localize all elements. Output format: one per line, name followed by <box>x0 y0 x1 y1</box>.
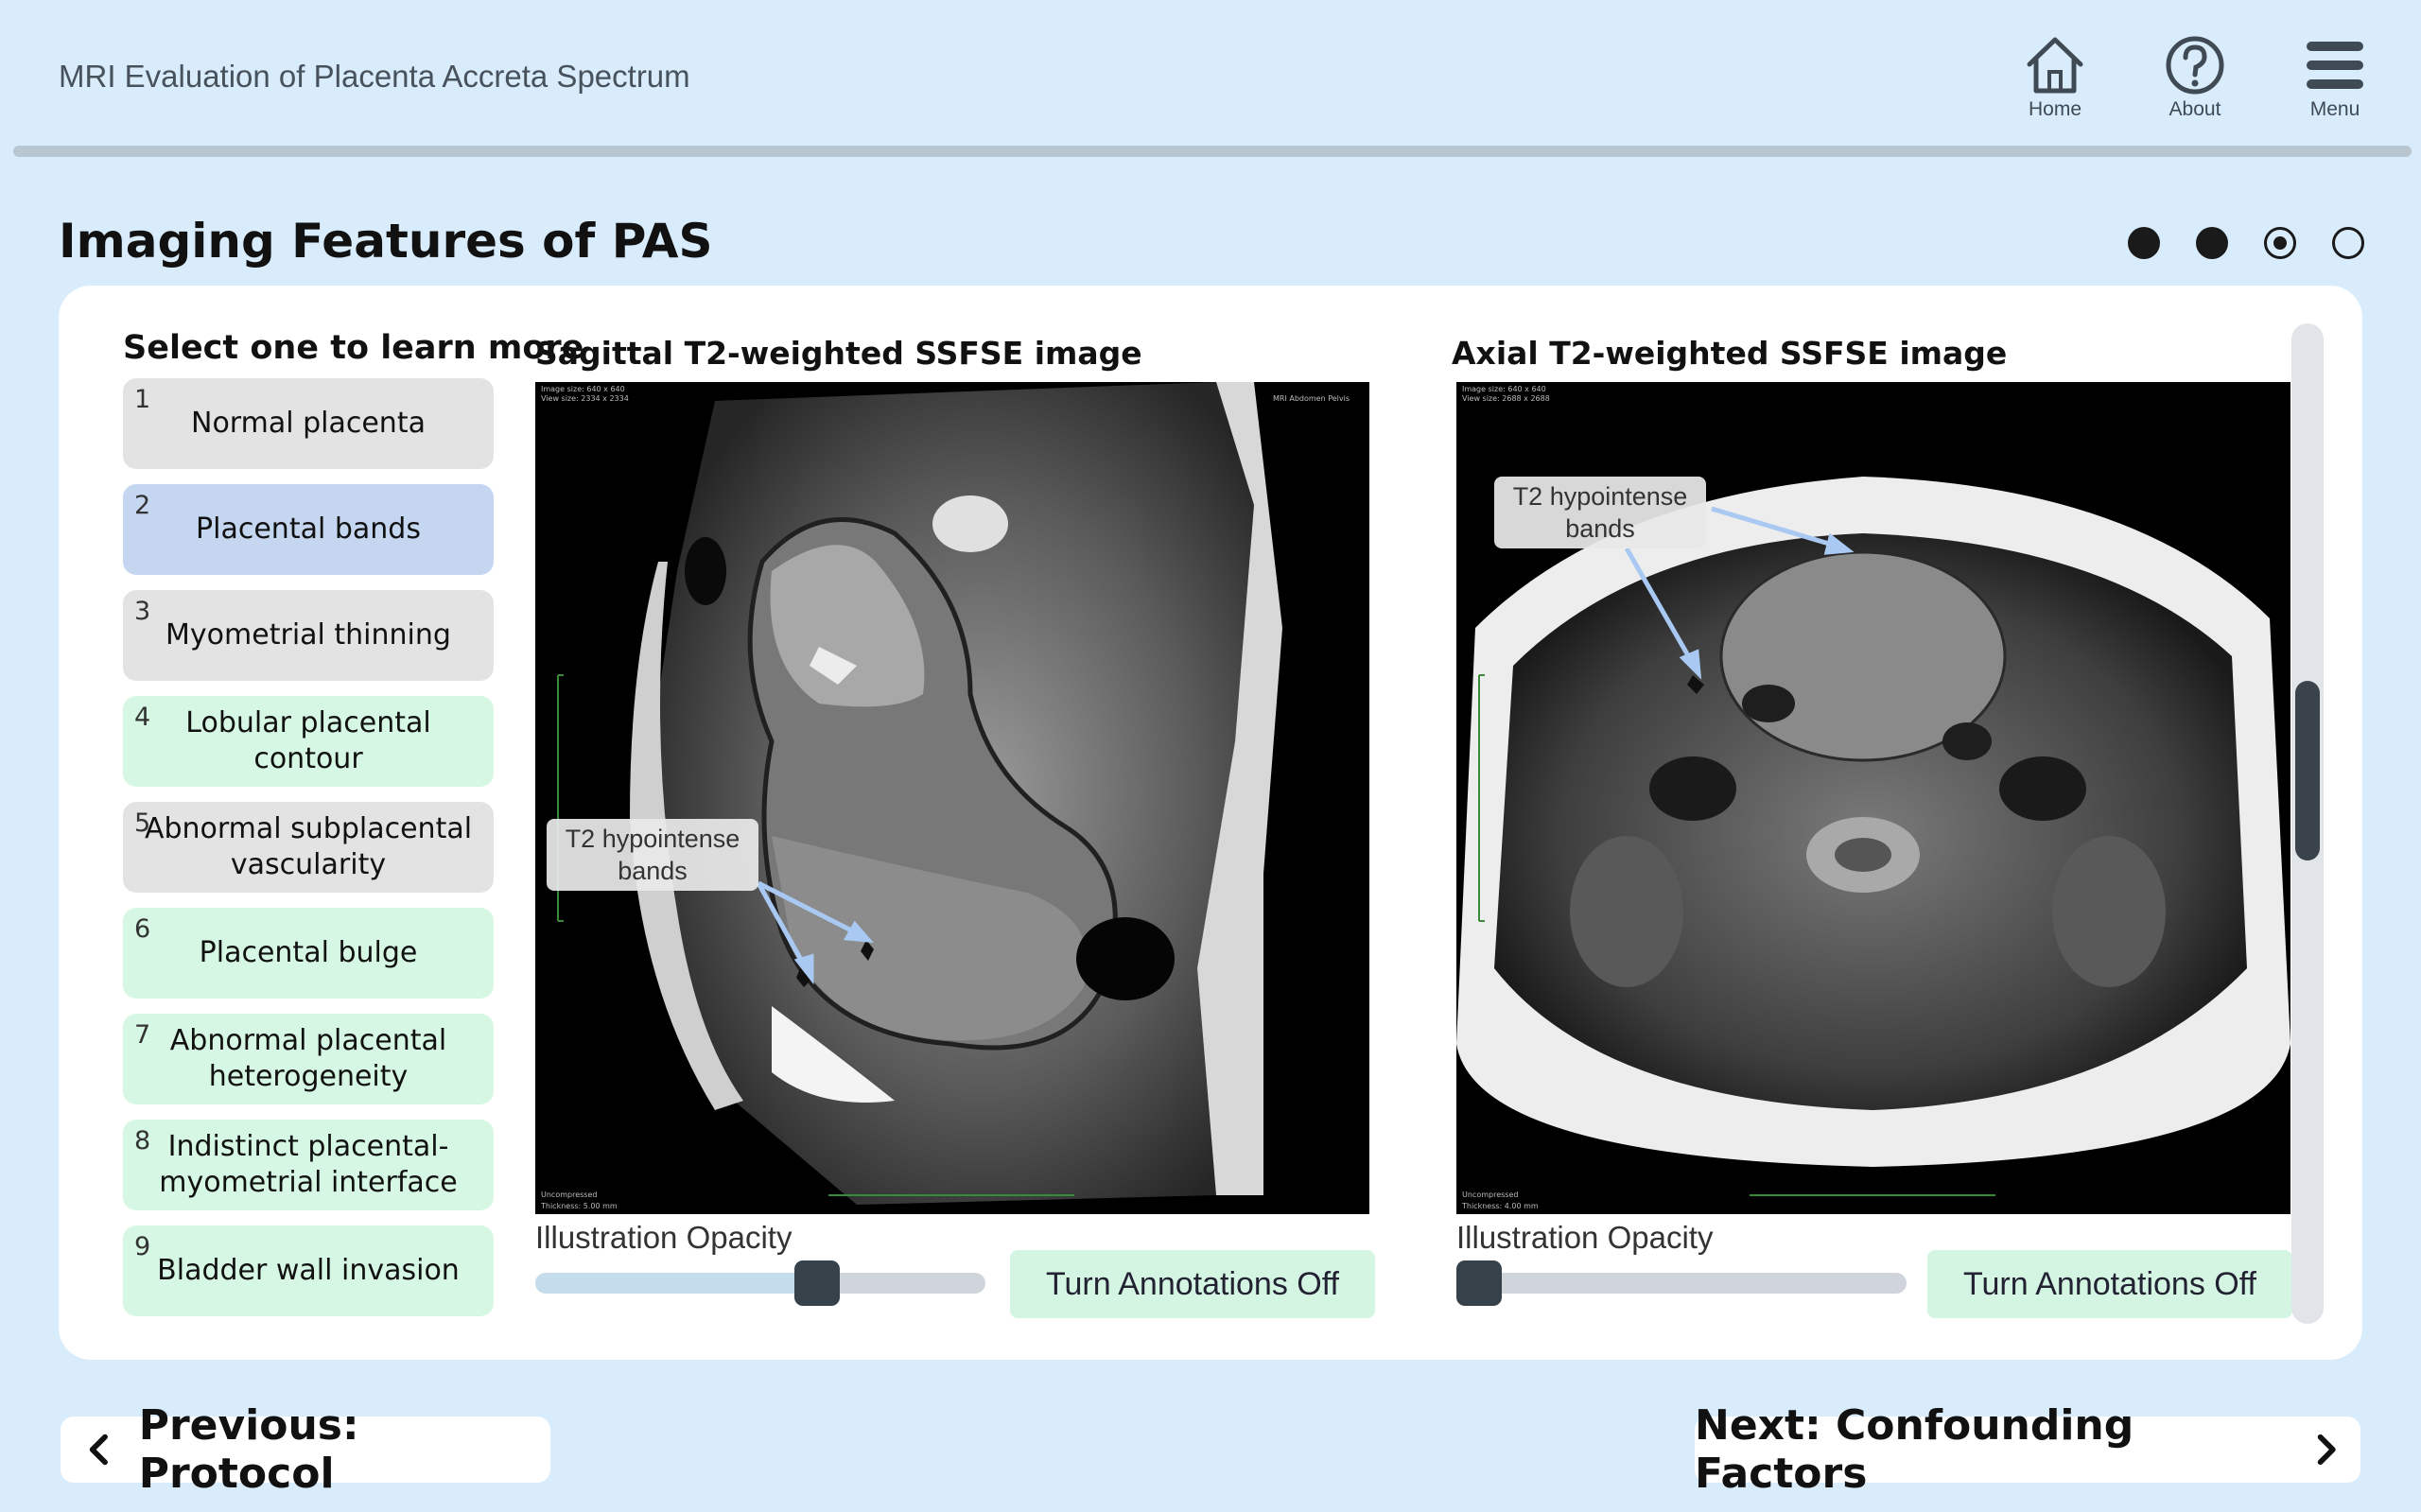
svg-text:Thickness: 5.00 mm: Thickness: 5.00 mm <box>540 1202 618 1210</box>
feature-item-myometrial-thinning[interactable]: 3 Myometrial thinning <box>123 590 494 681</box>
card-scrollbar[interactable] <box>2291 323 2324 1324</box>
feature-list-title: Select one to learn more <box>123 329 584 367</box>
svg-text:Thickness: 4.00 mm: Thickness: 4.00 mm <box>1461 1202 1539 1210</box>
menu-label: Menu <box>2309 98 2360 120</box>
previous-button[interactable]: Previous: Protocol <box>61 1401 550 1498</box>
feature-label: Lobular placental contour <box>185 706 431 775</box>
header-divider <box>13 146 2412 157</box>
scrollbar-thumb[interactable] <box>2295 681 2320 860</box>
svg-text:Uncompressed: Uncompressed <box>1462 1190 1518 1199</box>
app-title: MRI Evaluation of Placenta Accreta Spect… <box>59 59 690 94</box>
slider-thumb[interactable] <box>1456 1260 1502 1306</box>
svg-text:Image size: 640 x 640: Image size: 640 x 640 <box>541 385 625 393</box>
feature-number: 9 <box>134 1232 151 1261</box>
feature-number: 5 <box>134 808 151 838</box>
feature-label: Abnormal placental heterogeneity <box>169 1024 447 1093</box>
feature-label: Myometrial thinning <box>165 618 451 652</box>
page-dot-3-current[interactable] <box>2264 227 2296 259</box>
feature-number: 2 <box>134 491 151 520</box>
axial-image-title: Axial T2-weighted SSFSE image <box>1452 335 2008 372</box>
feature-number: 8 <box>134 1126 151 1156</box>
feature-item-subplacental-vascularity[interactable]: 5 Abnormal subplacental vascularity <box>123 802 494 893</box>
menu-button[interactable]: Menu <box>2283 34 2387 121</box>
callout-line-1: T2 hypointense <box>565 825 740 853</box>
chevron-left-icon <box>89 1434 108 1466</box>
feature-label: Placental bulge <box>199 936 418 969</box>
feature-number: 3 <box>134 597 151 626</box>
feature-label: Abnormal subplacental vascularity <box>144 812 473 881</box>
hamburger-menu-icon <box>2307 42 2363 89</box>
feature-number: 6 <box>134 914 151 944</box>
feature-label: Placental bands <box>196 513 421 546</box>
svg-text:View size: 2688 x 2688: View size: 2688 x 2688 <box>1462 394 1550 403</box>
page-dot-1[interactable] <box>2128 227 2160 259</box>
feature-label: Bladder wall invasion <box>157 1254 460 1287</box>
page-indicator <box>2128 227 2364 259</box>
axial-opacity-slider[interactable] <box>1456 1260 1907 1306</box>
svg-text:View size: 2334 x 2334: View size: 2334 x 2334 <box>541 394 629 403</box>
feature-item-lobular-contour[interactable]: 4 Lobular placental contour <box>123 696 494 787</box>
chevron-right-icon <box>2317 1434 2336 1466</box>
sagittal-annotation-callout: T2 hypointense bands <box>547 819 758 891</box>
svg-text:Uncompressed: Uncompressed <box>541 1190 597 1199</box>
slider-thumb[interactable] <box>793 1260 840 1306</box>
axial-annotation-callout: T2 hypointense bands <box>1494 477 1706 548</box>
about-label: About <box>2168 98 2221 120</box>
page-dot-4[interactable] <box>2332 227 2364 259</box>
page-title: Imaging Features of PAS <box>59 214 713 269</box>
home-button[interactable]: Home <box>2003 34 2107 121</box>
callout-line-1: T2 hypointense <box>1512 482 1688 511</box>
axial-opacity-label: Illustration Opacity <box>1456 1220 1714 1255</box>
next-button[interactable]: Next: Confounding Factors <box>1695 1401 2360 1498</box>
feature-item-placental-bulge[interactable]: 6 Placental bulge <box>123 908 494 999</box>
sagittal-image-title: Sagittal T2-weighted SSFSE image <box>535 335 1142 372</box>
previous-label: Previous: Protocol <box>138 1401 359 1498</box>
callout-line-2: bands <box>1565 514 1635 543</box>
sagittal-opacity-label: Illustration Opacity <box>535 1220 792 1255</box>
slider-fill <box>535 1273 817 1294</box>
help-icon <box>2166 36 2224 95</box>
sagittal-mri-image: Image size: 640 x 640 View size: 2334 x … <box>535 382 1369 1214</box>
sagittal-annotations-toggle-button[interactable]: Turn Annotations Off <box>1010 1250 1375 1318</box>
page-dot-2[interactable] <box>2196 227 2228 259</box>
svg-text:Image size: 640 x 640: Image size: 640 x 640 <box>1462 385 1546 393</box>
feature-item-indistinct-interface[interactable]: 8 Indistinct placental-myometrial interf… <box>123 1120 494 1210</box>
feature-number: 7 <box>134 1020 151 1050</box>
about-button[interactable]: About <box>2143 34 2247 121</box>
feature-number: 1 <box>134 385 151 414</box>
sagittal-opacity-slider[interactable] <box>535 1260 985 1306</box>
feature-item-normal-placenta[interactable]: 1 Normal placenta <box>123 378 494 469</box>
feature-number: 4 <box>134 703 151 732</box>
axial-annotations-toggle-button[interactable]: Turn Annotations Off <box>1927 1250 2292 1318</box>
feature-item-placental-bands[interactable]: 2 Placental bands <box>123 484 494 575</box>
callout-line-2: bands <box>618 857 688 885</box>
svg-text:MRI Abdomen Pelvis: MRI Abdomen Pelvis <box>1273 394 1350 403</box>
feature-item-placental-heterogeneity[interactable]: 7 Abnormal placental heterogeneity <box>123 1014 494 1104</box>
feature-label: Indistinct placental-myometrial interfac… <box>159 1130 458 1199</box>
feature-list: 1 Normal placenta 2 Placental bands 3 My… <box>123 378 494 1331</box>
home-icon <box>2027 37 2083 94</box>
home-label: Home <box>2028 98 2082 120</box>
feature-label: Normal placenta <box>191 407 426 440</box>
next-label: Next: Confounding Factors <box>1695 1401 2134 1498</box>
feature-item-bladder-wall-invasion[interactable]: 9 Bladder wall invasion <box>123 1225 494 1316</box>
